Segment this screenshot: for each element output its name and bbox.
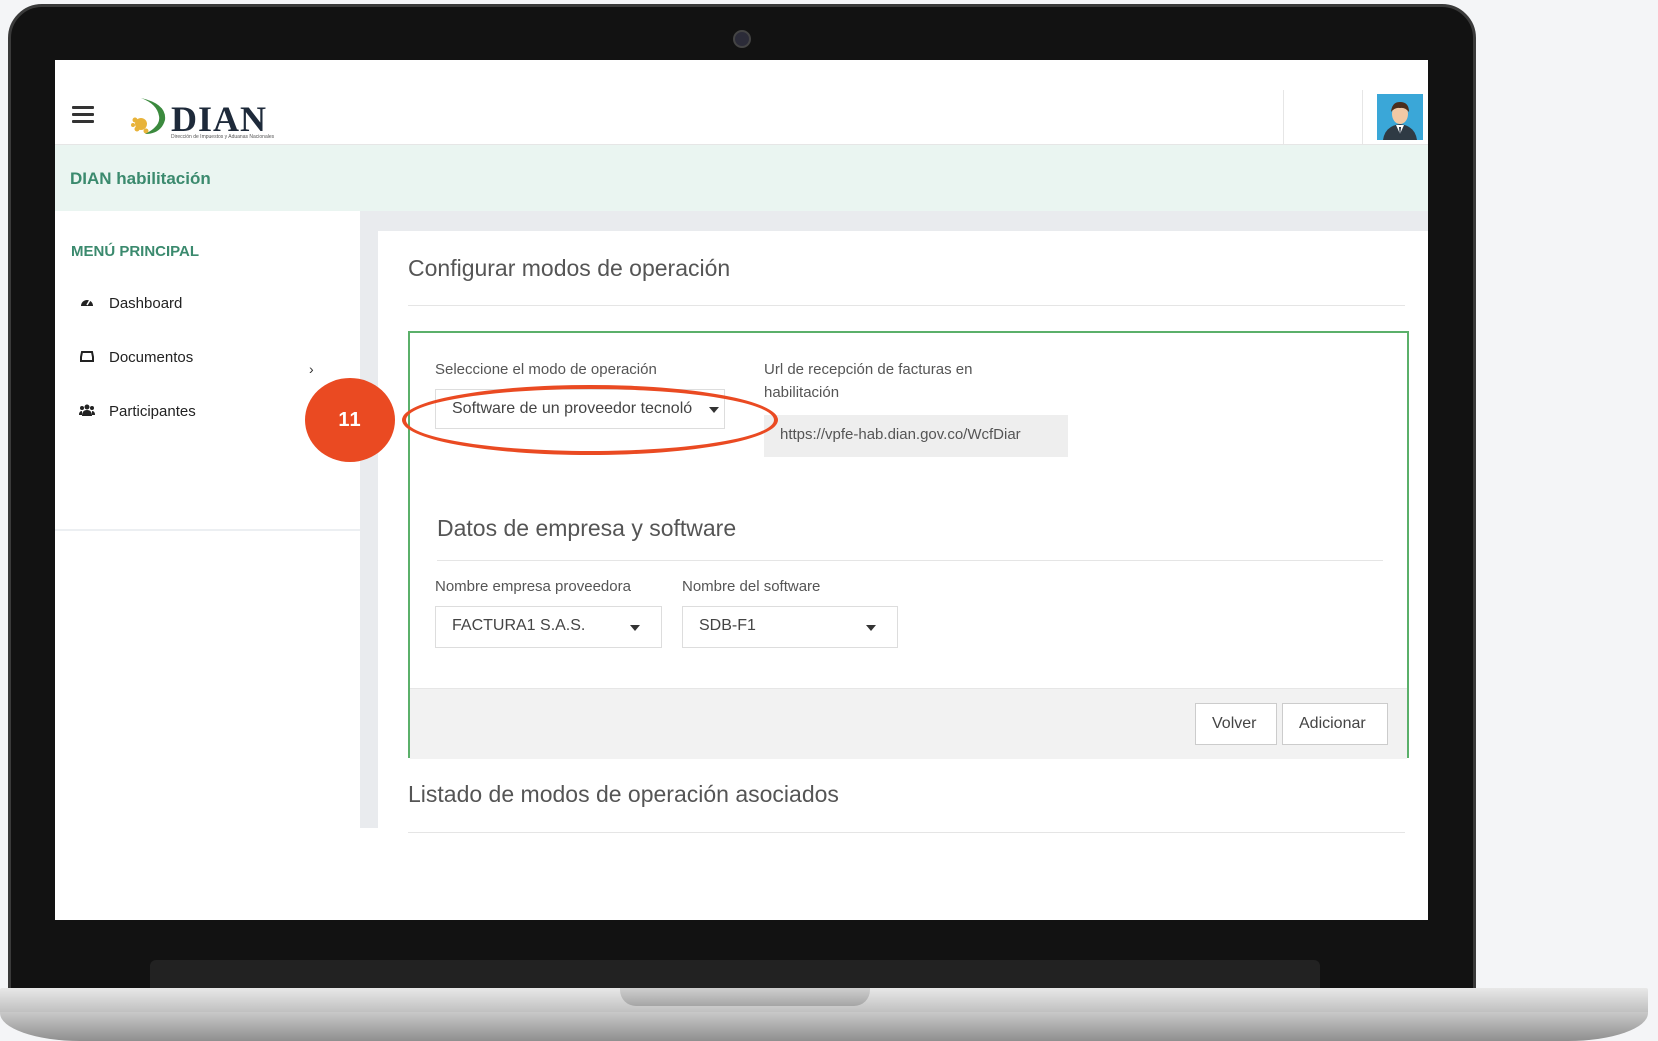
chevron-right-icon[interactable]: › <box>309 361 314 377</box>
logo-subtitle: Dirección de Impuestos y Aduanas Naciona… <box>171 134 275 140</box>
sidebar-item-label: Dashboard <box>109 295 183 312</box>
laptop-bezel <box>150 960 1320 988</box>
chevron-down-icon <box>866 625 876 631</box>
navbar-divider <box>1283 90 1284 144</box>
dashboard-icon <box>77 296 97 311</box>
reception-url-field: https://vpfe-hab.dian.gov.co/WcfDiar <box>764 415 1068 457</box>
add-button[interactable]: Adicionar <box>1282 703 1388 745</box>
company-select[interactable]: FACTURA1 S.A.S. <box>435 606 662 648</box>
navbar-divider <box>1362 90 1363 144</box>
config-panel: Configurar modos de operación Seleccione… <box>378 231 1428 920</box>
sidebar-item-label: Documentos <box>109 349 194 366</box>
sidebar-item-participantes[interactable]: Participantes <box>77 403 196 420</box>
list-title: Listado de modos de operación asociados <box>408 781 839 807</box>
page-title: Configurar modos de operación <box>408 255 731 281</box>
section-title: Datos de empresa y software <box>437 515 737 541</box>
company-label: Nombre empresa proveedora <box>435 578 631 595</box>
environment-title: DIAN habilitación <box>70 169 211 188</box>
divider <box>408 832 1405 833</box>
user-avatar[interactable] <box>1377 94 1423 140</box>
dian-logo[interactable]: DIAN Dirección de Impuestos y Aduanas Na… <box>127 94 274 140</box>
url-label: Url de recepción de facturas en <box>764 361 973 378</box>
users-icon <box>77 404 97 419</box>
sidebar-item-documentos[interactable]: Documentos <box>77 349 193 366</box>
company-value: FACTURA1 S.A.S. <box>452 617 586 634</box>
form-footer: Volver Adicionar <box>410 688 1407 759</box>
software-value: SDB-F1 <box>699 617 756 634</box>
software-select[interactable]: SDB-F1 <box>682 606 898 648</box>
sidebar-gutter <box>360 211 378 828</box>
divider <box>408 305 1405 306</box>
environment-header: DIAN habilitación <box>55 145 1428 211</box>
divider <box>437 560 1383 561</box>
sidebar-divider <box>55 529 360 531</box>
highlight-ellipse <box>402 385 778 455</box>
sidebar-title: MENÚ PRINCIPAL <box>71 243 200 260</box>
inbox-icon <box>77 350 97 365</box>
menu-toggle-icon[interactable] <box>72 106 94 123</box>
sidebar-item-dashboard[interactable]: Dashboard <box>77 295 182 312</box>
back-button[interactable]: Volver <box>1195 703 1277 745</box>
step-badge: 11 <box>305 378 395 462</box>
laptop-notch <box>620 988 870 1006</box>
top-navbar: DIAN Dirección de Impuestos y Aduanas Na… <box>55 60 1428 145</box>
app-screen: DIAN Dirección de Impuestos y Aduanas Na… <box>55 60 1428 920</box>
url-label-line2: habilitación <box>764 384 840 401</box>
user-avatar-icon <box>1377 94 1423 140</box>
mode-label: Seleccione el modo de operación <box>435 361 657 378</box>
sidebar-item-label: Participantes <box>109 403 196 420</box>
sidebar: MENÚ PRINCIPAL Dashboard Documentos › Pa… <box>55 211 360 920</box>
main-content: Configurar modos de operación Seleccione… <box>378 211 1428 920</box>
software-label: Nombre del software <box>682 578 821 595</box>
dian-emblem-icon <box>131 98 166 134</box>
camera-icon <box>733 30 751 48</box>
chevron-down-icon <box>630 625 640 631</box>
laptop-base-bottom <box>0 1012 1648 1041</box>
